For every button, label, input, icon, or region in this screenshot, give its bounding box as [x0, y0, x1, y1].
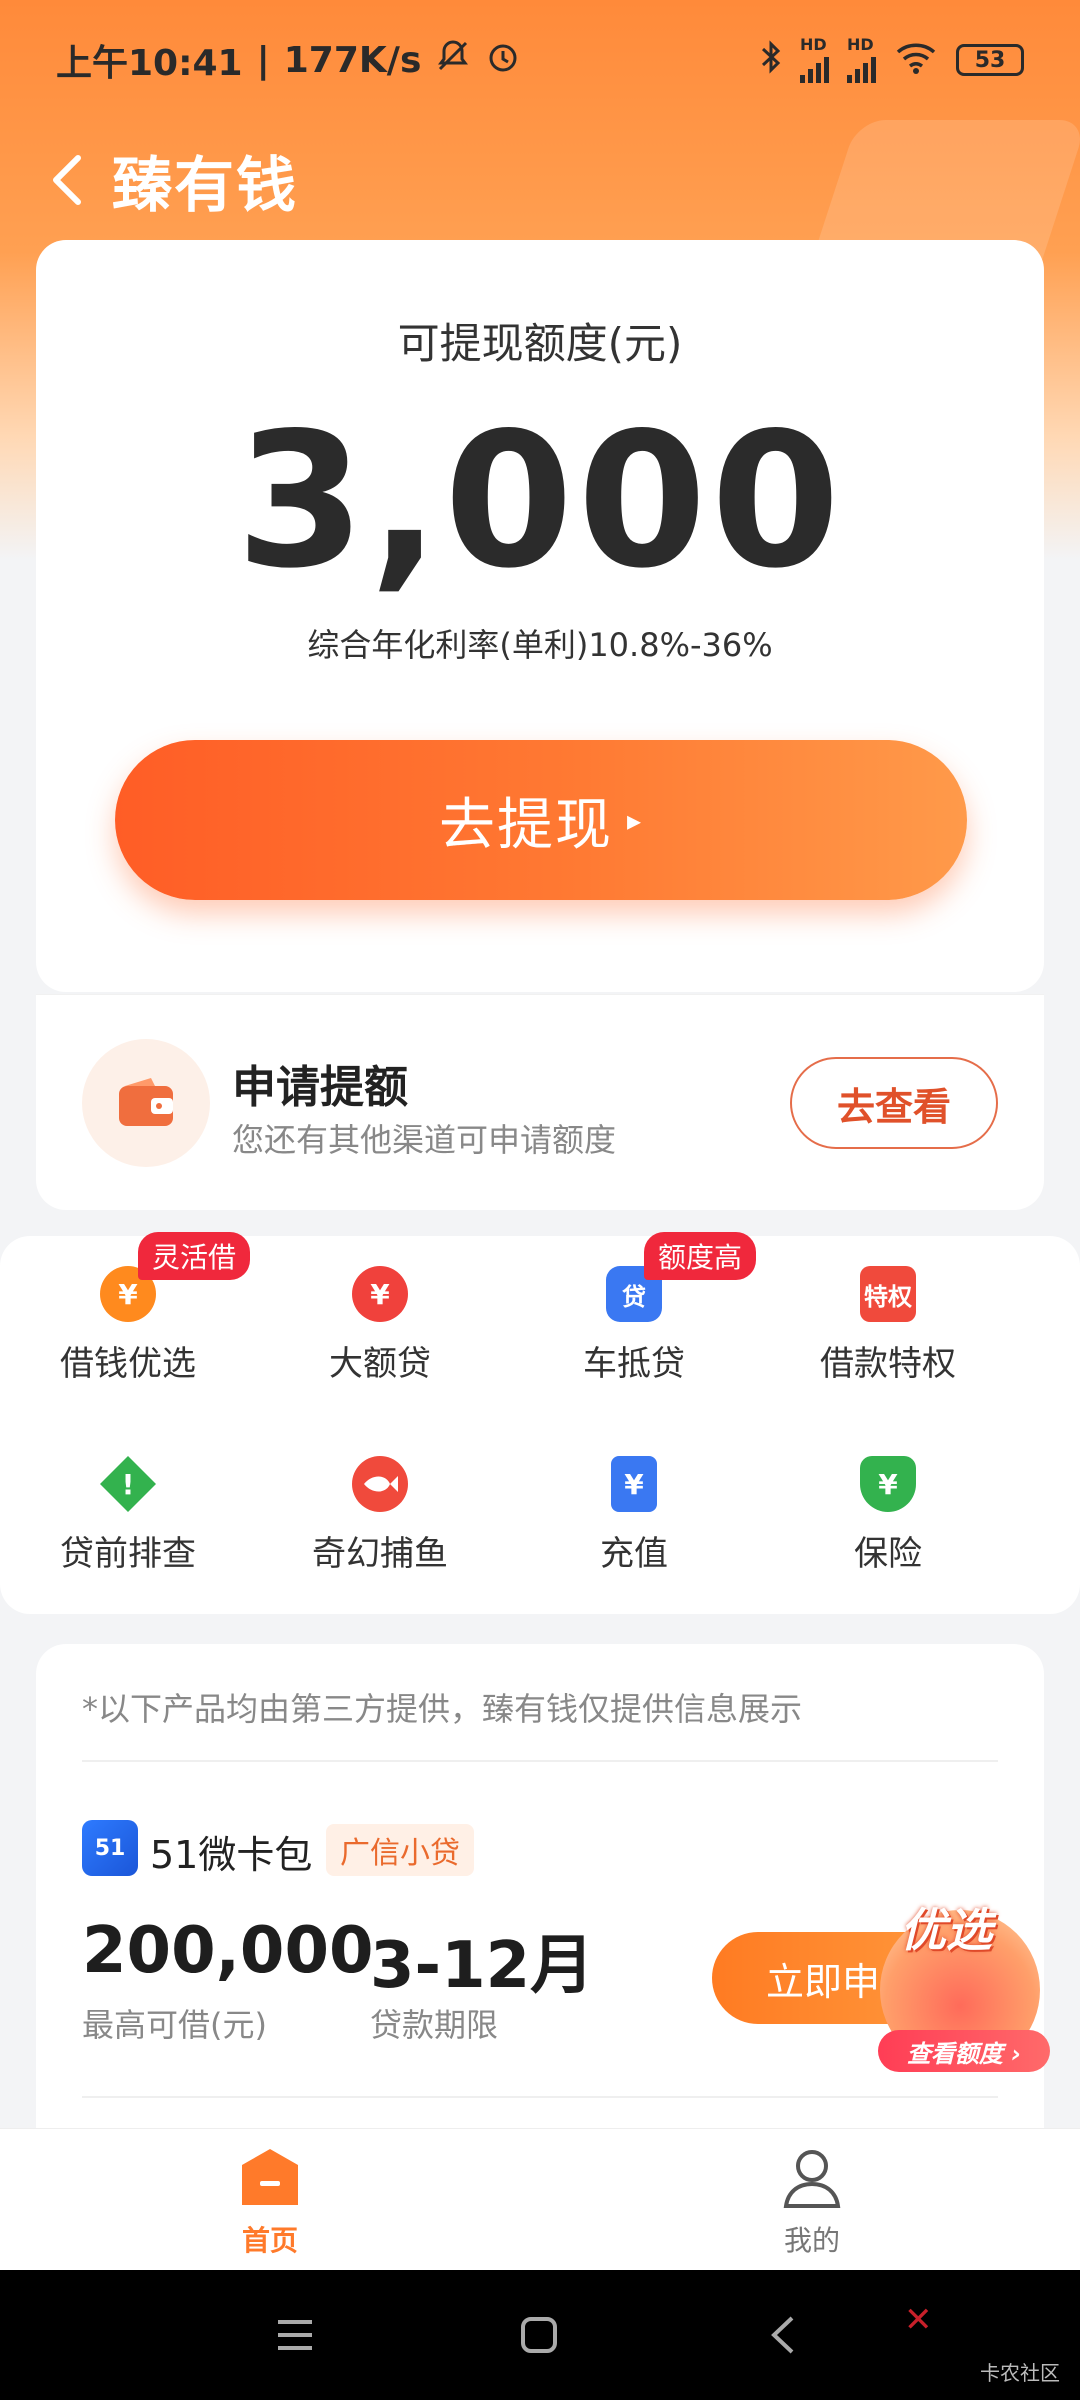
service-item-large-loan[interactable]: ¥ 大额贷	[270, 1236, 490, 1386]
status-bar: 上午10:41 | 177K/s HD HD 53	[0, 0, 1080, 120]
featured-badge[interactable]: 优选 查看额度 ›	[870, 1900, 1050, 2080]
privilege-glyph: 特权	[860, 1266, 916, 1322]
privilege-icon: 特权	[860, 1266, 916, 1322]
home-square-icon[interactable]	[514, 2310, 564, 2360]
home-icon	[170, 2143, 370, 2213]
nav-home[interactable]: 首页	[170, 2143, 370, 2259]
wallet-icon	[82, 1039, 210, 1167]
withdraw-button[interactable]: 去提现 ▸	[115, 740, 967, 900]
fish-icon	[352, 1456, 408, 1512]
product-tag: 广信小贷	[326, 1824, 474, 1876]
service-label: 大额贷	[329, 1344, 431, 1384]
bluetooth-icon	[760, 39, 782, 81]
credit-limit-card: 可提现额度(元) 3,000 综合年化利率(单利)10.8%-36% 去提现 ▸	[36, 240, 1044, 992]
insurance-icon: ¥	[860, 1456, 916, 1512]
insurance-glyph: ¥	[860, 1456, 916, 1512]
service-label: 贷前排查	[60, 1534, 196, 1574]
service-label: 充值	[600, 1534, 668, 1574]
service-label: 奇幻捕鱼	[312, 1534, 448, 1574]
product-logo: 51	[82, 1820, 138, 1876]
badge-featured-label: 优选	[900, 1903, 992, 1957]
service-label: 车抵贷	[583, 1344, 685, 1384]
watermark-logo-icon: ✕	[904, 2300, 933, 2340]
status-left: 上午10:41 | 177K/s	[56, 34, 521, 86]
divider	[82, 1760, 998, 1762]
alarm-icon	[485, 38, 521, 83]
page-header: 臻有钱	[0, 130, 1080, 230]
service-label: 保险	[854, 1534, 922, 1574]
recharge-glyph: ¥	[611, 1456, 657, 1512]
service-label: 借款特权	[820, 1344, 956, 1384]
check-button[interactable]: 去查看	[790, 1057, 998, 1149]
service-item-fishing-game[interactable]: 奇幻捕鱼	[270, 1426, 490, 1576]
service-item-borrow-select[interactable]: ¥ 灵活借 借钱优选	[18, 1232, 251, 1386]
warning-icon: !	[100, 1456, 156, 1512]
signal-1-icon: HD	[800, 37, 829, 83]
menu-icon[interactable]	[270, 2310, 320, 2360]
product-term-label: 贷款期限	[370, 2006, 499, 2044]
signal-2-icon: HD	[847, 37, 876, 83]
hd-label: HD	[847, 35, 874, 54]
badge-check-limit: 查看额度 ›	[878, 2030, 1050, 2072]
status-right: HD HD 53	[760, 37, 1024, 83]
back-system-icon[interactable]	[760, 2310, 810, 2360]
service-item-car-loan[interactable]: 贷 额度高 车抵贷	[524, 1232, 757, 1386]
clock: 上午10:41	[56, 43, 243, 84]
high-limit-tag: 额度高	[644, 1232, 757, 1280]
coin-glyph: ¥	[352, 1266, 408, 1322]
divider	[82, 2096, 998, 2098]
product-max-amount: 200,000	[82, 1914, 374, 1988]
apply-title: 申请提额	[232, 1062, 408, 1113]
apply-subtitle: 您还有其他渠道可申请额度	[232, 1121, 617, 1159]
hd-label: HD	[800, 35, 827, 54]
interest-rate: 综合年化利率(单利)10.8%-36%	[307, 626, 773, 664]
service-label: 借钱优选	[60, 1344, 196, 1384]
wifi-icon	[894, 40, 938, 80]
user-icon	[712, 2143, 912, 2213]
limit-amount: 3,000	[235, 392, 845, 609]
product-max-amount-label: 最高可借(元)	[82, 2006, 267, 2044]
watermark-text: 卡农社区	[980, 2361, 1060, 2385]
nav-mine-label: 我的	[783, 2224, 840, 2257]
mute-icon	[435, 38, 471, 83]
service-item-precheck[interactable]: ! 贷前排查	[18, 1426, 238, 1576]
flexible-tag: 灵活借	[138, 1232, 251, 1280]
withdraw-button-label: 去提现	[438, 792, 613, 858]
bottom-nav: 首页 我的	[0, 2128, 1080, 2270]
disclaimer-text: *以下产品均由第三方提供，臻有钱仅提供信息展示	[82, 1690, 803, 1728]
battery-icon: 53	[956, 44, 1024, 76]
play-arrow-icon: ▸	[626, 803, 644, 837]
money-bag-icon: ¥	[352, 1266, 408, 1322]
service-item-insurance[interactable]: ¥ 保险	[778, 1426, 998, 1576]
recharge-icon: ¥	[606, 1456, 662, 1512]
product-term: 3-12月	[370, 1929, 595, 2003]
chevron-left-icon	[53, 155, 81, 205]
page-title: 臻有钱	[112, 150, 298, 221]
apply-increase-card: 申请提额 您还有其他渠道可申请额度 去查看	[36, 994, 1044, 1210]
service-item-privilege[interactable]: 特权 借款特权	[778, 1236, 998, 1386]
back-button[interactable]	[48, 145, 98, 215]
status-separator: |	[256, 39, 270, 81]
product-name[interactable]: 51微卡包	[150, 1824, 312, 1879]
nav-home-label: 首页	[241, 2224, 298, 2257]
network-speed: 177K/s	[283, 39, 422, 81]
limit-label: 可提现额度(元)	[397, 319, 683, 368]
services-grid: ¥ 灵活借 借钱优选 ¥ 大额贷 贷 额度高 车抵贷 特权 借款特权 ! 贷前排…	[0, 1232, 1080, 1614]
service-item-recharge[interactable]: ¥ 充值	[524, 1426, 744, 1576]
nav-mine[interactable]: 我的	[712, 2143, 912, 2259]
warning-glyph: !	[100, 1456, 156, 1512]
